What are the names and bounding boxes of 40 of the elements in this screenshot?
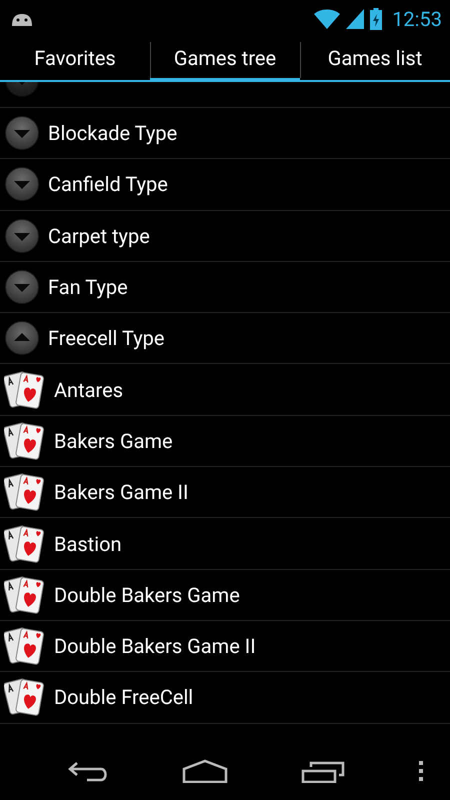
wifi-icon: [314, 9, 340, 29]
group-row[interactable]: Canfield Type: [0, 159, 450, 211]
tab[interactable]: Favorites: [0, 38, 150, 82]
signal-icon: [346, 9, 364, 29]
game-label: Double Bakers Game II: [54, 634, 256, 658]
game-label: Double Bakers Game: [54, 582, 240, 607]
tab[interactable]: Games list: [300, 38, 450, 82]
expand-icon[interactable]: [4, 166, 40, 202]
expand-icon[interactable]: [4, 218, 40, 254]
clock-time: 12:53: [392, 7, 442, 31]
expand-icon[interactable]: [4, 115, 40, 152]
group-label: Carpet type: [48, 224, 150, 248]
game-label: Antares: [54, 378, 124, 402]
back-icon[interactable]: [66, 760, 108, 782]
battery-icon: [370, 8, 382, 30]
game-row[interactable]: Bakers Game: [0, 416, 450, 468]
game-row[interactable]: Double FreeCell: [0, 672, 450, 724]
game-label: Bakers Game II: [54, 480, 188, 504]
game-label: Bastion: [54, 532, 122, 556]
game-row[interactable]: Bastion: [0, 518, 450, 570]
tab[interactable]: Games tree: [150, 38, 300, 82]
group-row[interactable]: Carpet type: [0, 210, 450, 262]
group-label: Fan Type: [48, 275, 128, 300]
group-label: Blockade Type: [48, 121, 178, 146]
game-row[interactable]: Double Bakers Game: [0, 570, 450, 621]
group-row[interactable]: Blockade Type: [0, 108, 450, 160]
group-row[interactable]: Fan Type: [0, 262, 450, 314]
expand-icon[interactable]: [4, 269, 40, 306]
group-row[interactable]: Freecell Type: [0, 313, 450, 364]
game-row[interactable]: Bakers Game II: [0, 467, 450, 518]
collapse-icon[interactable]: [4, 320, 40, 356]
game-label: Bakers Game: [54, 428, 173, 453]
overflow-menu-icon[interactable]: [418, 760, 424, 782]
game-row[interactable]: Double Bakers Game II: [0, 620, 450, 672]
group-label: Freecell Type: [48, 326, 165, 350]
game-row[interactable]: Antares: [0, 364, 450, 416]
home-icon[interactable]: [182, 758, 228, 783]
android-icon: [10, 11, 34, 27]
group-label: Canfield Type: [48, 172, 168, 196]
game-label: Double FreeCell: [54, 685, 194, 710]
